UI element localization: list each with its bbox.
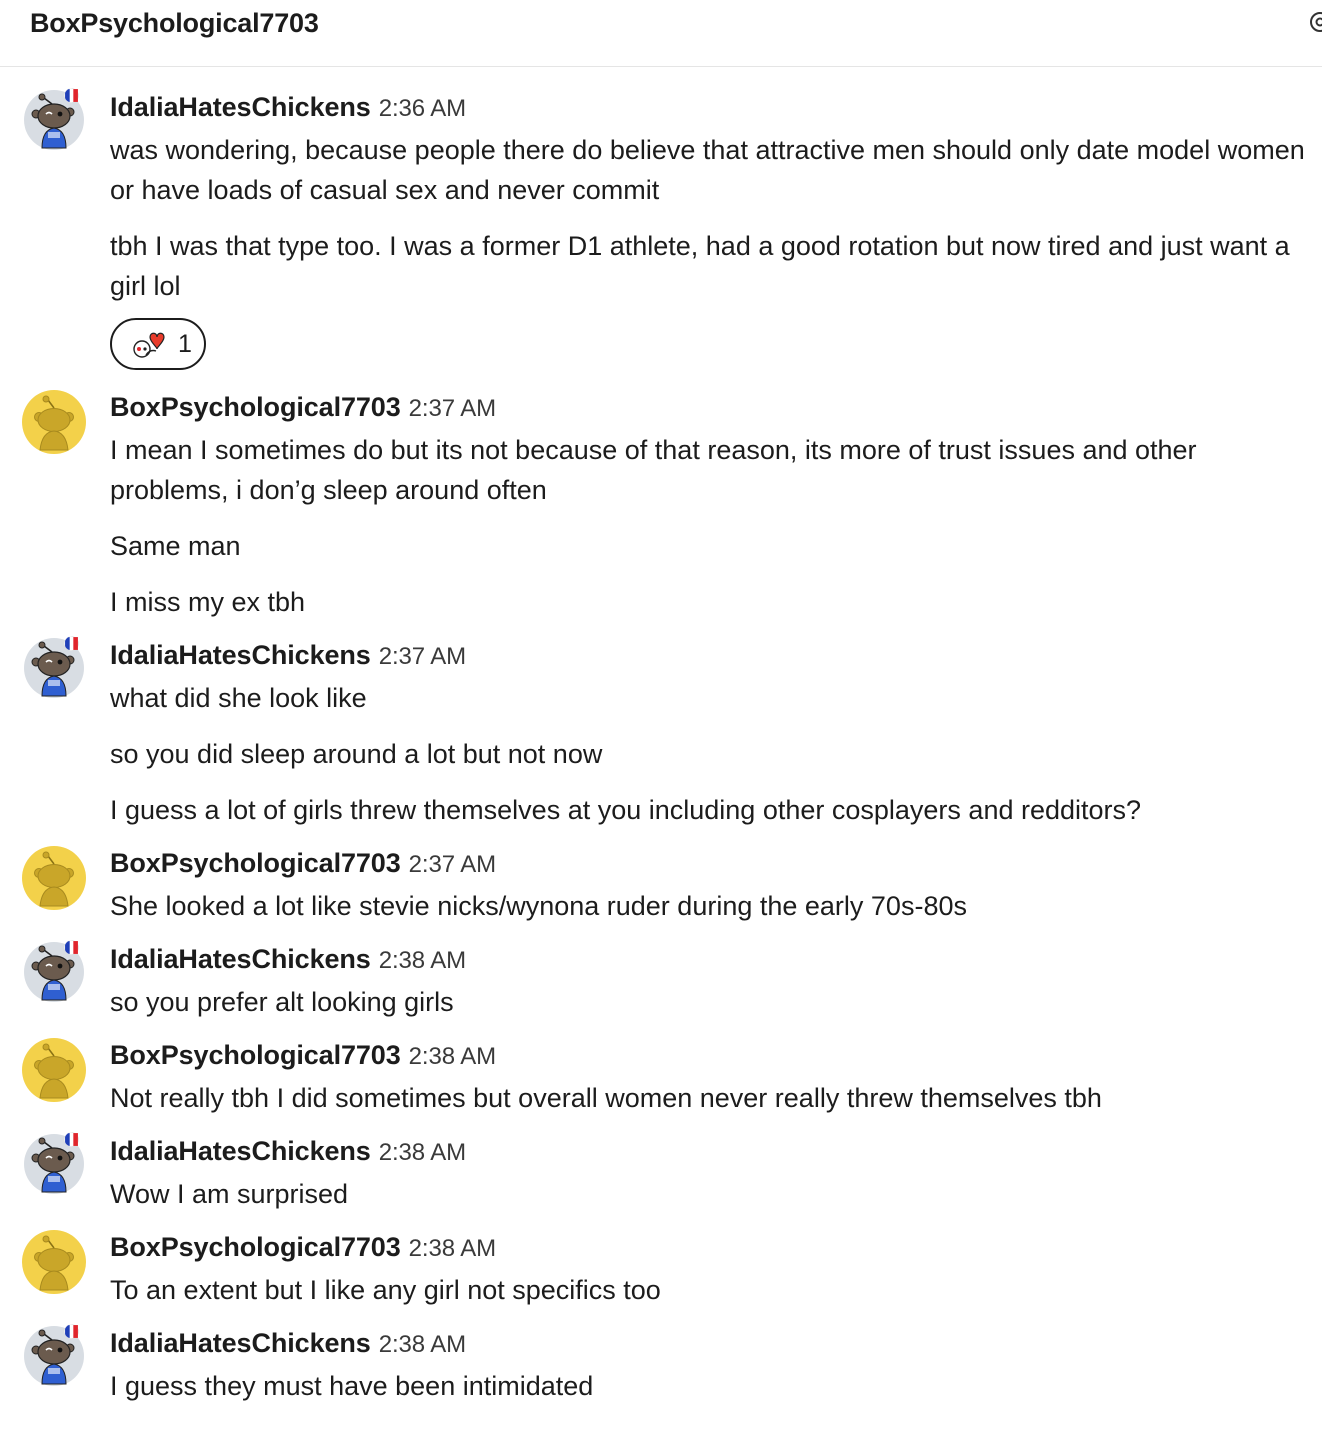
username[interactable]: IdaliaHatesChickens <box>110 1136 371 1166</box>
username[interactable]: IdaliaHatesChickens <box>110 944 371 974</box>
message-text: I guess a lot of girls threw themselves … <box>110 795 1142 825</box>
timestamp: 2:38 AM <box>378 1331 467 1358</box>
timestamp: 2:36 AM <box>378 95 467 122</box>
timestamp: 2:37 AM <box>408 851 496 878</box>
flag-icon <box>64 88 79 103</box>
reaction-pill[interactable]: 1 <box>110 318 206 370</box>
gear-icon[interactable] <box>1306 8 1322 36</box>
timestamp: 2:38 AM <box>408 1235 496 1262</box>
username[interactable]: IdaliaHatesChickens <box>110 1328 371 1358</box>
username[interactable]: IdaliaHatesChickens <box>110 92 371 122</box>
username[interactable]: BoxPsychological7703 <box>110 848 401 878</box>
user-avatar[interactable] <box>22 846 86 910</box>
username[interactable]: BoxPsychological7703 <box>110 1232 401 1262</box>
user-avatar[interactable] <box>22 1038 86 1102</box>
message-text: Wow I am surprised <box>110 1179 349 1209</box>
message-text: I guess they must have been intimidated <box>110 1371 594 1401</box>
message-text: so you did sleep around a lot but not no… <box>110 739 603 769</box>
message-text: what did she look like <box>110 683 367 713</box>
timestamp: 2:37 AM <box>408 395 496 422</box>
message-text: was wondering, because people there do b… <box>110 135 1305 205</box>
flag-icon <box>64 1324 79 1339</box>
username[interactable]: BoxPsychological7703 <box>110 392 401 422</box>
message-text: To an extent but I like any girl not spe… <box>110 1275 661 1305</box>
message-text: I miss my ex tbh <box>110 587 306 617</box>
cutoff-message <box>110 1424 1110 1432</box>
chat-header: BoxPsychological7703 <box>0 0 1322 67</box>
user-avatar[interactable] <box>22 1230 86 1294</box>
timestamp: 2:38 AM <box>378 947 467 974</box>
timestamp: 2:37 AM <box>378 643 467 670</box>
username[interactable]: BoxPsychological7703 <box>110 1040 401 1070</box>
flag-icon <box>64 940 79 955</box>
message-text: She looked a lot like stevie nicks/wynon… <box>110 891 967 921</box>
message-text: Not really tbh I did sometimes but overa… <box>110 1083 1102 1113</box>
heart-snoo-icon <box>133 332 165 358</box>
user-avatar[interactable] <box>22 390 86 454</box>
timestamp: 2:38 AM <box>408 1043 496 1070</box>
message-text: so you prefer alt looking girls <box>110 987 454 1017</box>
chat-title: BoxPsychological7703 <box>30 8 319 38</box>
flag-icon <box>64 1132 79 1147</box>
timestamp: 2:38 AM <box>378 1139 467 1166</box>
message-text: Same man <box>110 531 241 561</box>
reaction-count: 1 <box>178 329 192 358</box>
flag-icon <box>64 636 79 651</box>
message-text: tbh I was that type too. I was a former … <box>110 231 1290 301</box>
message-text: I mean I sometimes do but its not becaus… <box>110 435 1197 505</box>
username[interactable]: IdaliaHatesChickens <box>110 640 371 670</box>
